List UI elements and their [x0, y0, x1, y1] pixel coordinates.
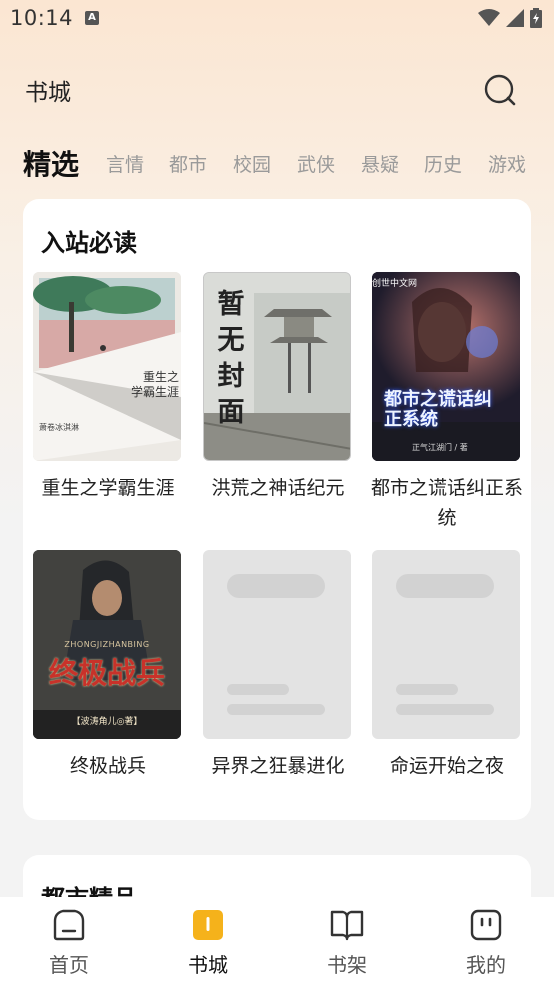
home-icon [53, 909, 85, 941]
book-cover[interactable]: 创世中文网 都市之谎话纠正系统 正气江湖门 / 著 [372, 272, 520, 461]
featured-section: 入站必读 重生之 学霸生涯 萧卷冰淇淋 重生之学霸生涯 暂无封面 洪荒之神话纪元… [23, 199, 531, 820]
nav-label: 首页 [49, 953, 89, 977]
book-title[interactable]: 命运开始之夜 [362, 751, 532, 781]
cover-subtitle: ZHONGJIZHANBING [64, 640, 150, 649]
profile-icon [470, 909, 502, 941]
status-icons [478, 8, 542, 28]
status-bar: 10:14 A [0, 0, 554, 38]
cover-author: 萧卷冰淇淋 [39, 423, 79, 432]
book-cover-placeholder[interactable] [372, 550, 520, 739]
publisher-logo: 创世中文网 [372, 279, 418, 289]
status-time: 10:14 [10, 6, 74, 30]
wifi-icon [478, 9, 500, 26]
nav-bookstore[interactable]: 书城 [168, 907, 248, 978]
book-title[interactable]: 洪荒之神话纪元 [193, 473, 363, 503]
cover-title: 都市之谎话纠正系统 [384, 389, 492, 430]
tab-history[interactable]: 历史 [424, 150, 462, 177]
tab-campus[interactable]: 校园 [233, 150, 271, 177]
notification-icon: A [85, 11, 99, 25]
tab-featured[interactable]: 精选 [23, 143, 79, 183]
nav-label: 我的 [466, 953, 506, 977]
bookstore-icon [193, 910, 223, 940]
battery-icon [530, 8, 542, 28]
book-cover[interactable]: 暂无封面 [203, 272, 351, 461]
tab-wuxia[interactable]: 武侠 [297, 150, 335, 177]
book-open-icon [330, 910, 364, 941]
placeholder-bar [227, 684, 289, 695]
nav-home[interactable]: 首页 [29, 907, 109, 978]
page-title: 书城 [25, 80, 71, 106]
tab-urban[interactable]: 都市 [169, 150, 207, 177]
cover-author: 正气江湖门 / 著 [412, 443, 468, 452]
book-cover-placeholder[interactable] [203, 550, 351, 739]
placeholder-bar [227, 574, 325, 598]
signal-icon [506, 9, 524, 27]
placeholder-bar [396, 684, 458, 695]
book-cover[interactable]: ZHONGJIZHANBING 终极战兵 【波涛角儿◎著】 [33, 550, 181, 739]
cover-title: 重生之 学霸生涯 [130, 370, 179, 399]
tab-game[interactable]: 游戏 [488, 150, 526, 177]
nav-label: 书城 [188, 953, 228, 977]
cover-title: 暂无封面 [217, 289, 245, 428]
nav-bookshelf[interactable]: 书架 [307, 907, 387, 978]
placeholder-bar [396, 574, 494, 598]
book-title[interactable]: 都市之谎话纠正系统 [362, 473, 532, 533]
placeholder-bar [227, 704, 325, 715]
cover-art [372, 272, 520, 461]
cover-title: 终极战兵 [48, 656, 165, 690]
category-tabs: 精选 言情 都市 校园 武侠 悬疑 历史 游戏 [0, 140, 554, 184]
bottom-nav: 首页 书城 书架 我的 [0, 897, 554, 986]
placeholder-bar [396, 704, 494, 715]
book-title[interactable]: 异界之狂暴进化 [193, 751, 363, 781]
book-cover[interactable]: 重生之 学霸生涯 萧卷冰淇淋 [33, 272, 181, 461]
tab-romance[interactable]: 言情 [106, 150, 144, 177]
cover-author: 【波涛角儿◎著】 [71, 717, 143, 727]
section-title: 入站必读 [41, 229, 137, 257]
tab-mystery[interactable]: 悬疑 [361, 150, 399, 177]
nav-label: 书架 [327, 953, 367, 977]
nav-profile[interactable]: 我的 [446, 907, 526, 978]
search-icon [484, 74, 516, 106]
search-button[interactable] [482, 72, 518, 108]
book-title[interactable]: 重生之学霸生涯 [23, 473, 193, 503]
book-title[interactable]: 终极战兵 [23, 751, 193, 781]
